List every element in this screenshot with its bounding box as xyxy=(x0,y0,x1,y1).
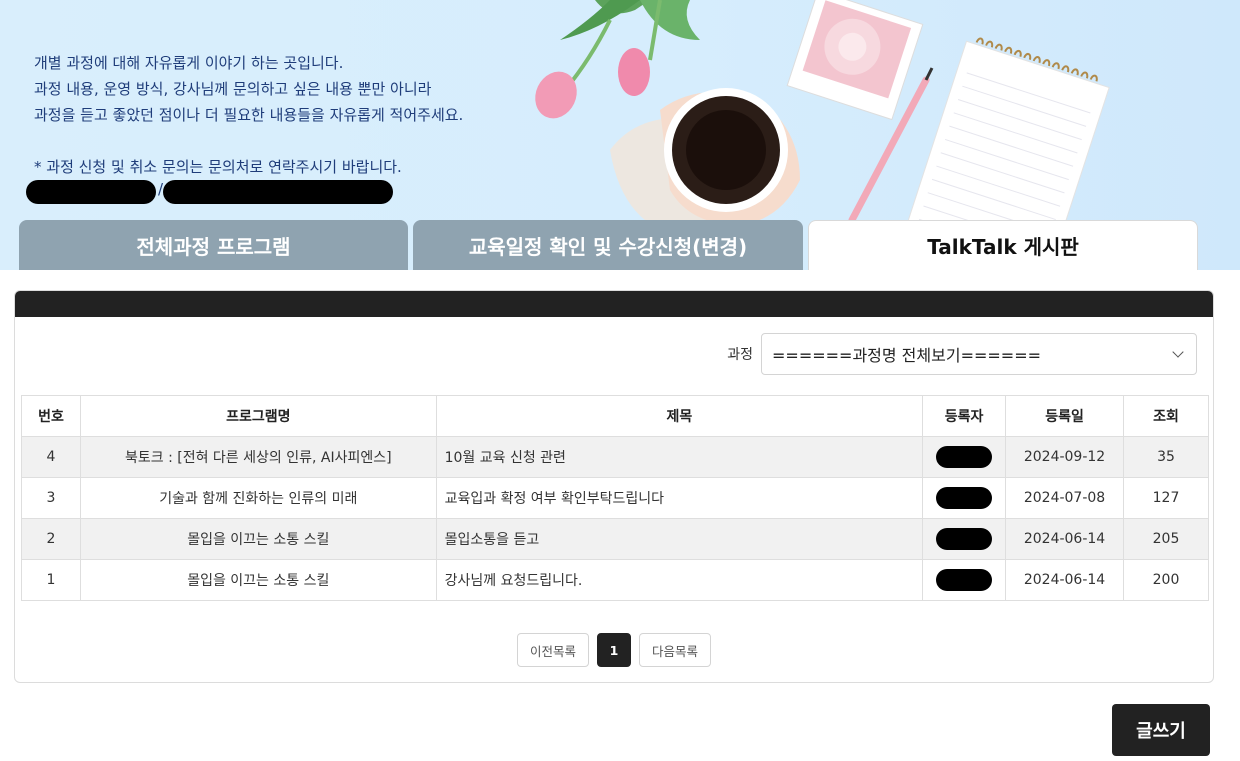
course-filter: 과정 ======과정명 전체보기====== xyxy=(727,333,1197,375)
post-date: 2024-06-14 xyxy=(1005,518,1124,560)
redacted-contact-2 xyxy=(163,180,393,204)
table-row[interactable]: 4 북토크 : [전혀 다른 세상의 인류, AI사피엔스] 10월 교육 신청… xyxy=(21,436,1209,478)
redaction-mark xyxy=(936,446,993,468)
intro-line-1: 개별 과정에 대해 자유롭게 이야기 하는 곳입니다. xyxy=(34,54,344,72)
column-header-views: 조회 xyxy=(1123,395,1209,437)
post-date: 2024-06-14 xyxy=(1005,559,1124,601)
post-author-redacted xyxy=(922,559,1007,601)
post-number: 2 xyxy=(21,518,81,560)
post-number: 3 xyxy=(21,477,81,519)
redaction-mark xyxy=(936,487,993,509)
tab-label: TalkTalk 게시판 xyxy=(927,235,1079,259)
post-program: 몰입을 이끄는 소통 스킬 xyxy=(79,518,437,560)
table-row[interactable]: 2 몰입을 이끄는 소통 스킬 몰입소통을 듣고 2024-06-14 205 xyxy=(21,518,1209,560)
intro-line-3: 과정을 듣고 좋았던 점이나 더 필요한 내용들을 자유롭게 적어주세요. xyxy=(34,106,464,124)
table-row[interactable]: 3 기술과 함께 진화하는 인류의 미래 교육입과 확정 여부 확인부탁드립니다… xyxy=(21,477,1209,519)
post-program: 몰입을 이끄는 소통 스킬 xyxy=(79,559,437,601)
table-row[interactable]: 1 몰입을 이끄는 소통 스킬 강사님께 요청드립니다. 2024-06-14 … xyxy=(21,559,1209,601)
post-views: 205 xyxy=(1123,518,1209,560)
tab-talktalk-board[interactable]: TalkTalk 게시판 xyxy=(808,220,1198,270)
post-views: 200 xyxy=(1123,559,1209,601)
column-header-title: 제목 xyxy=(435,395,924,437)
redacted-contact-1 xyxy=(26,180,156,204)
posts-table: 번호 프로그램명 제목 등록자 등록일 조회 4 북토크 : [전혀 다른 세상… xyxy=(21,395,1209,601)
chevron-down-icon xyxy=(1172,346,1184,358)
column-header-date: 등록일 xyxy=(1005,395,1124,437)
column-header-number: 번호 xyxy=(21,395,81,437)
intro-line-2: 과정 내용, 운영 방식, 강사님께 문의하고 싶은 내용 뿐만 아니라 xyxy=(34,80,432,98)
post-program: 북토크 : [전혀 다른 세상의 인류, AI사피엔스] xyxy=(79,436,437,478)
post-date: 2024-07-08 xyxy=(1005,477,1124,519)
tab-schedule-enroll[interactable]: 교육일정 확인 및 수강신청(변경) xyxy=(413,220,803,270)
page-number-current[interactable]: 1 xyxy=(597,633,631,667)
board-panel: 과정 ======과정명 전체보기====== 번호 프로그램명 제목 등록자 … xyxy=(14,290,1214,683)
table-header-row: 번호 프로그램명 제목 등록자 등록일 조회 xyxy=(21,395,1209,437)
redaction-mark xyxy=(936,528,993,550)
post-title[interactable]: 강사님께 요청드립니다. xyxy=(435,559,924,601)
course-filter-label: 과정 xyxy=(727,347,753,363)
panel-header-bar xyxy=(15,291,1213,317)
write-post-button[interactable]: 글쓰기 xyxy=(1112,704,1210,756)
post-author-redacted xyxy=(922,436,1007,478)
tab-label: 전체과정 프로그램 xyxy=(136,234,291,259)
post-date: 2024-09-12 xyxy=(1005,436,1124,478)
column-header-author: 등록자 xyxy=(922,395,1007,437)
column-header-program: 프로그램명 xyxy=(79,395,437,437)
course-select-value: ======과정명 전체보기====== xyxy=(772,346,1042,365)
redaction-mark xyxy=(936,569,993,591)
post-author-redacted xyxy=(922,518,1007,560)
post-views: 127 xyxy=(1123,477,1209,519)
post-number: 1 xyxy=(21,559,81,601)
post-title[interactable]: 몰입소통을 듣고 xyxy=(435,518,924,560)
tab-all-programs[interactable]: 전체과정 프로그램 xyxy=(19,220,408,270)
intro-notice: * 과정 신청 및 취소 문의는 문의처로 연락주시기 바랍니다. xyxy=(34,158,402,176)
post-number: 4 xyxy=(21,436,81,478)
post-program: 기술과 함께 진화하는 인류의 미래 xyxy=(79,477,437,519)
post-title[interactable]: 10월 교육 신청 관련 xyxy=(435,436,924,478)
pagination: 이전목록 1 다음목록 xyxy=(15,633,1213,667)
prev-page-button[interactable]: 이전목록 xyxy=(516,633,589,667)
board-intro: 개별 과정에 대해 자유롭게 이야기 하는 곳입니다. 과정 내용, 운영 방식… xyxy=(34,50,463,180)
post-author-redacted xyxy=(922,477,1007,519)
post-views: 35 xyxy=(1123,436,1209,478)
next-page-button[interactable]: 다음목록 xyxy=(639,633,712,667)
post-title[interactable]: 교육입과 확정 여부 확인부탁드립니다 xyxy=(435,477,924,519)
course-select[interactable]: ======과정명 전체보기====== xyxy=(761,333,1197,375)
tab-label: 교육일정 확인 및 수강신청(변경) xyxy=(468,234,748,259)
